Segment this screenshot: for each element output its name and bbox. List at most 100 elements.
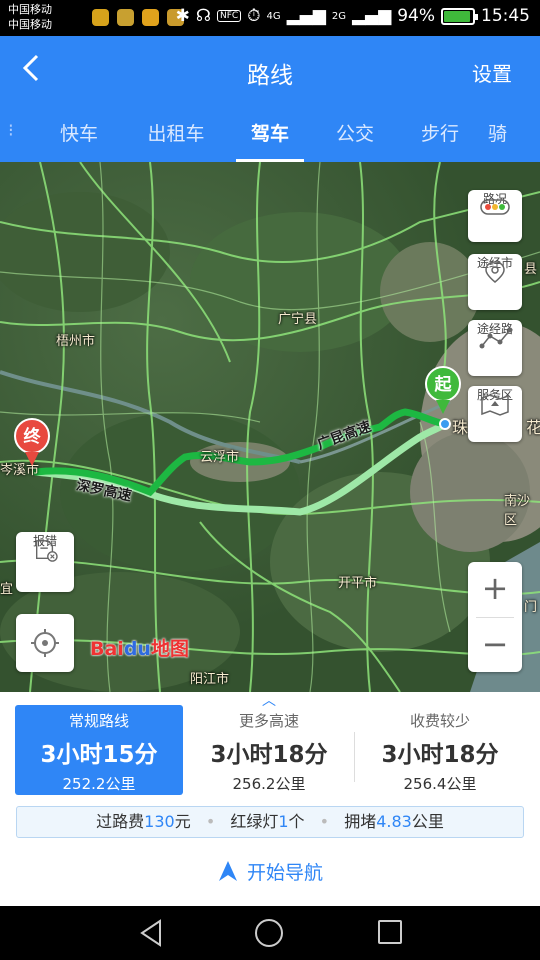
route-time: 3小时15分	[40, 742, 158, 768]
notification-app-icon	[92, 9, 109, 26]
start-marker[interactable]: 起	[425, 366, 461, 402]
notification-icons	[92, 9, 184, 26]
carrier-2: 中国移动	[8, 18, 52, 31]
via-city-button[interactable]: 途经市	[468, 254, 522, 310]
more-tabs-icon[interactable]: ⁝	[8, 120, 14, 141]
tab-bus[interactable]: 公交	[320, 119, 390, 146]
lights-value: 1	[278, 812, 289, 831]
route-option-less-toll[interactable]: 收费较少 3小时18分 256.4公里	[356, 705, 524, 795]
tab-walk[interactable]: 步行	[405, 119, 475, 146]
zoom-out-button[interactable]: −	[468, 618, 522, 673]
service-area-icon	[481, 394, 509, 416]
signal-icon: ▂▄▆	[351, 6, 392, 26]
map-label-guangning: 广宁县	[278, 312, 318, 327]
tab-drive[interactable]: 驾车	[235, 119, 305, 146]
location-pin-icon	[485, 261, 505, 283]
logo-du: du	[123, 638, 151, 660]
tab-ride[interactable]: 骑	[488, 119, 538, 146]
toll-label: 过路费	[96, 812, 145, 831]
route-name: 更多高速	[238, 712, 299, 730]
route-distance: 256.4公里	[403, 775, 477, 793]
route-summary: 过路费130元 • 红绿灯1个 • 拥堵4.83公里	[16, 806, 524, 838]
network-2g-label: 2G	[331, 10, 346, 22]
map-label-men: 门	[524, 600, 538, 615]
status-bar: 中国移动 中国移动 ✱ ☊ NFC ⏱ 4G ▂▄▆ 2G ▂▄▆ 94% 15…	[0, 0, 540, 36]
settings-button[interactable]: 设置	[472, 58, 512, 87]
route-panel: ︿ 常规路线 3小时15分 252.2公里 更多高速 3小时18分 256.2公…	[0, 692, 540, 906]
zoom-control: + −	[468, 562, 522, 672]
map-label-hua: 花	[526, 418, 540, 437]
report-icon	[36, 540, 58, 562]
battery-percent: 94%	[397, 6, 435, 26]
summary-separator: •	[319, 812, 330, 831]
baidu-map-logo: Baidu地图	[90, 634, 189, 661]
start-navigation-label: 开始导航	[246, 862, 323, 884]
map-label-wuzhou: 梧州市	[56, 334, 96, 349]
alarm-icon: ⏱	[247, 6, 261, 26]
route-divider	[354, 732, 355, 782]
end-marker[interactable]: 终	[14, 418, 50, 454]
carrier-info: 中国移动 中国移动	[8, 2, 52, 32]
navigation-arrow-icon	[218, 861, 237, 881]
status-right: ✱ ☊ NFC ⏱ 4G ▂▄▆ 2G ▂▄▆ 94% 15:45	[176, 6, 530, 26]
report-error-button[interactable]: 报错	[16, 532, 74, 592]
jam-unit: 公里	[411, 812, 444, 831]
map-label-yunfu: 云浮市	[200, 450, 240, 465]
zoom-in-button[interactable]: +	[468, 562, 522, 617]
headphone-icon: ☊	[195, 6, 212, 26]
toll-value: 130	[144, 812, 175, 831]
tab-express[interactable]: 快车	[44, 119, 114, 146]
bluetooth-icon: ✱	[175, 6, 190, 26]
map-label-nansha: 南沙区	[504, 494, 531, 528]
system-home-icon[interactable]	[255, 919, 283, 947]
logo-ditu: 地图	[150, 638, 189, 660]
map-label-yangjiang: 阳江市	[190, 672, 230, 687]
map-label-xian: 县	[524, 262, 538, 277]
signal-icon: ▂▄▆	[286, 6, 326, 26]
traffic-light-icon	[480, 199, 510, 215]
lights-label: 红绿灯	[230, 812, 279, 831]
nfc-icon: NFC	[217, 10, 242, 22]
system-recents-icon[interactable]	[378, 920, 402, 944]
tab-taxi[interactable]: 出租车	[140, 119, 212, 146]
system-back-icon[interactable]	[138, 918, 164, 948]
map-label-kaiping: 开平市	[338, 576, 378, 591]
battery-icon	[441, 7, 478, 25]
service-area-button[interactable]: 服务区	[468, 386, 522, 442]
notification-app-icon	[117, 9, 134, 26]
route-option-more-highway[interactable]: 更多高速 3小时18分 256.2公里	[185, 705, 353, 795]
battery-level	[444, 10, 471, 22]
app-header: 路线 设置	[0, 36, 540, 106]
summary-separator: •	[205, 812, 216, 831]
end-marker-tail	[25, 452, 39, 466]
toll-unit: 元	[174, 812, 191, 831]
start-navigation-button[interactable]: 开始导航	[0, 858, 540, 885]
start-marker-tail	[436, 400, 450, 414]
transport-tabs: ⁝ 快车 出租车 驾车 公交 步行 骑	[0, 106, 540, 162]
locate-icon	[31, 629, 59, 657]
route-path-icon	[479, 327, 513, 349]
traffic-button[interactable]: 路况	[468, 190, 522, 242]
via-road-button[interactable]: 途经路	[468, 320, 522, 376]
route-time: 3小时18分	[381, 742, 499, 768]
map-label-zhu: 珠	[452, 418, 469, 437]
carrier-1: 中国移动	[8, 3, 52, 16]
notification-lock-icon	[142, 9, 159, 26]
route-time: 3小时18分	[210, 742, 328, 768]
locate-button[interactable]	[16, 614, 74, 672]
system-nav-bar	[0, 906, 540, 960]
lights-unit: 个	[288, 812, 305, 831]
page-title: 路线	[247, 63, 293, 89]
route-name: 常规路线	[68, 712, 129, 730]
route-distance: 256.2公里	[232, 775, 306, 793]
map-view[interactable]: 梧州市 广宁县 云浮市 岑溪市 开平市 阳江市 南沙区 珠 花 县 宜 门 广昆…	[0, 162, 540, 692]
jam-label: 拥堵	[344, 812, 377, 831]
route-name: 收费较少	[409, 712, 470, 730]
clock: 15:45	[481, 6, 530, 26]
jam-value: 4.83	[376, 812, 412, 831]
map-label-yi: 宜	[0, 582, 14, 597]
logo-bai: Bai	[90, 638, 124, 660]
network-4g-label: 4G	[266, 10, 281, 22]
route-option-default[interactable]: 常规路线 3小时15分 252.2公里	[15, 705, 183, 795]
route-distance: 252.2公里	[62, 775, 136, 793]
